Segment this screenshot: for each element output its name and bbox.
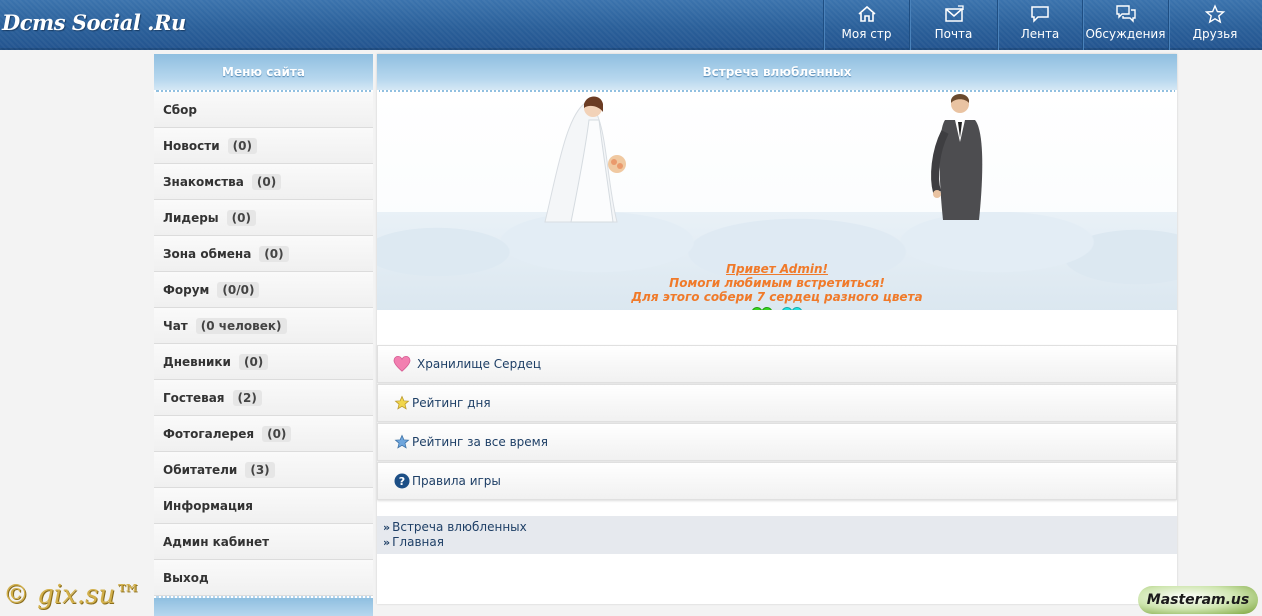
breadcrumb: » Встреча влюбленных » Главная — [377, 516, 1177, 554]
sidebar-item-exchange[interactable]: Зона обмена (0) — [154, 236, 373, 272]
gold-star-icon — [394, 395, 410, 410]
top-bar: Dcms Social .Ru Моя стр Почта Лента Обсу… — [0, 0, 1262, 50]
menu-label: Рейтинг за все время — [412, 435, 548, 449]
collected-hearts — [751, 306, 803, 310]
green-heart-icon — [752, 306, 772, 310]
home-icon — [857, 5, 876, 22]
sidebar-title: Меню сайта — [154, 54, 373, 92]
site-logo[interactable]: Dcms Social .Ru — [2, 10, 186, 35]
count-badge: (0) — [262, 425, 292, 442]
double-chevron-icon: » — [383, 521, 391, 534]
star-icon — [1204, 4, 1226, 24]
menu-game-rules[interactable]: ? Правила игры — [377, 462, 1177, 500]
menu-label: Правила игры — [412, 474, 501, 488]
pink-heart-icon — [393, 356, 411, 372]
sidebar-item-label: Чат — [163, 318, 188, 333]
menu-label: Хранилище Сердец — [417, 357, 542, 371]
sidebar-footer — [154, 596, 373, 616]
greeting-text: Привет Admin! Помоги любимым встретиться… — [377, 262, 1177, 304]
page-title: Встреча влюбленных — [377, 54, 1177, 92]
count-badge: (0) — [227, 137, 257, 154]
sidebar-item-label: Новости — [163, 138, 220, 153]
sidebar-item-label: Обитатели — [163, 462, 238, 477]
cyan-heart-icon — [782, 306, 802, 310]
nav-mail[interactable]: Почта — [909, 0, 997, 50]
sidebar-item-news[interactable]: Новости (0) — [154, 128, 373, 164]
sidebar: Меню сайта Сбор Новости (0) Знакомства (0)… — [154, 54, 373, 616]
sidebar-item-label: Информация — [163, 498, 253, 513]
sidebar-item-label: Фотогалерея — [163, 426, 255, 441]
sidebar-item-dating[interactable]: Знакомства (0) — [154, 164, 373, 200]
sidebar-item-logout[interactable]: Выход — [154, 560, 373, 596]
sidebar-item-label: Лидеры — [163, 210, 219, 225]
sidebar-item-admin[interactable]: Админ кабинет — [154, 524, 373, 560]
nav-label: Лента — [1020, 27, 1060, 41]
watermark: © gix.su™ — [3, 580, 142, 610]
help-icon: ? — [394, 473, 410, 489]
nav-friends[interactable]: Друзья — [1168, 0, 1261, 50]
sidebar-item-label: Выход — [163, 570, 209, 585]
sidebar-item-label: Сбор — [163, 102, 198, 117]
nav-label: Друзья — [1192, 27, 1238, 41]
nav-label: Моя стр — [841, 27, 892, 41]
game-scene: Привет Admin! Помоги любимым встретиться… — [377, 92, 1177, 310]
count-badge: (0/0) — [217, 281, 260, 298]
double-chevron-icon: » — [383, 536, 391, 549]
sidebar-item-label: Гостевая — [163, 390, 225, 405]
groom-illustration — [931, 94, 983, 220]
menu-alltime-rating[interactable]: Рейтинг за все время — [377, 423, 1177, 461]
bride-illustration — [544, 96, 626, 223]
count-badge: (0) — [226, 209, 256, 226]
mail-icon — [944, 5, 964, 22]
sidebar-item-label: Дневники — [163, 354, 231, 369]
sidebar-item-gallery[interactable]: Фотогалерея (0) — [154, 416, 373, 452]
sidebar-item-info[interactable]: Информация — [154, 488, 373, 524]
nav-label: Почта — [934, 27, 973, 41]
nav-my-page[interactable]: Моя стр — [823, 0, 909, 50]
count-badge: (0) — [251, 173, 282, 190]
instruction-line: Для этого собери 7 сердец разного цвета — [631, 290, 923, 304]
count-badge: (3) — [245, 461, 275, 478]
count-badge: (2) — [232, 389, 262, 406]
breadcrumb-item[interactable]: » Встреча влюбленных — [383, 520, 1171, 535]
sidebar-item-label: Зона обмена — [163, 246, 252, 261]
feed-icon — [1031, 6, 1049, 23]
sidebar-menu: Сбор Новости (0) Знакомства (0) Лидеры (0) … — [154, 92, 373, 596]
sidebar-item-residents[interactable]: Обитатели (3) — [154, 452, 373, 488]
sidebar-item-label: Знакомства — [163, 174, 244, 189]
nav-label: Обсуждения — [1085, 27, 1166, 41]
masteram-badge: Masteram.us — [1138, 586, 1258, 614]
sidebar-item-diaries[interactable]: Дневники (0) — [154, 344, 373, 380]
nav-discussions[interactable]: Обсуждения — [1082, 0, 1168, 50]
sidebar-item-guestbook[interactable]: Гостевая (2) — [154, 380, 373, 416]
count-badge: (0 человек) — [195, 317, 287, 334]
count-badge: (0) — [238, 353, 269, 370]
menu-label: Рейтинг дня — [412, 396, 491, 410]
sidebar-item-collect[interactable]: Сбор — [154, 92, 373, 128]
breadcrumb-item[interactable]: » Главная — [383, 535, 1171, 550]
svg-text:?: ? — [399, 475, 405, 488]
main-panel: Встреча влюбленных Привет Admin! Помоги … — [377, 54, 1177, 604]
menu-heart-storage[interactable]: Хранилище Сердец — [377, 345, 1177, 383]
sidebar-item-chat[interactable]: Чат (0 человек) — [154, 308, 373, 344]
instruction-line: Помоги любимым встретиться! — [669, 276, 885, 290]
breadcrumb-label: Главная — [392, 535, 444, 549]
sidebar-item-leaders[interactable]: Лидеры (0) — [154, 200, 373, 236]
greeting-link[interactable]: Привет Admin! — [377, 262, 1177, 276]
sidebar-item-forum[interactable]: Форум (0/0) — [154, 272, 373, 308]
sidebar-item-label: Админ кабинет — [163, 534, 270, 549]
top-nav: Моя стр Почта Лента Обсуждения Друзья — [823, 0, 1261, 50]
blue-star-icon — [394, 434, 410, 449]
breadcrumb-label: Встреча влюбленных — [392, 520, 527, 534]
menu-daily-rating[interactable]: Рейтинг дня — [377, 384, 1177, 422]
count-badge: (0) — [259, 245, 289, 262]
sidebar-item-label: Форум — [163, 282, 210, 297]
discussions-icon — [1115, 5, 1136, 23]
nav-feed[interactable]: Лента — [997, 0, 1082, 50]
